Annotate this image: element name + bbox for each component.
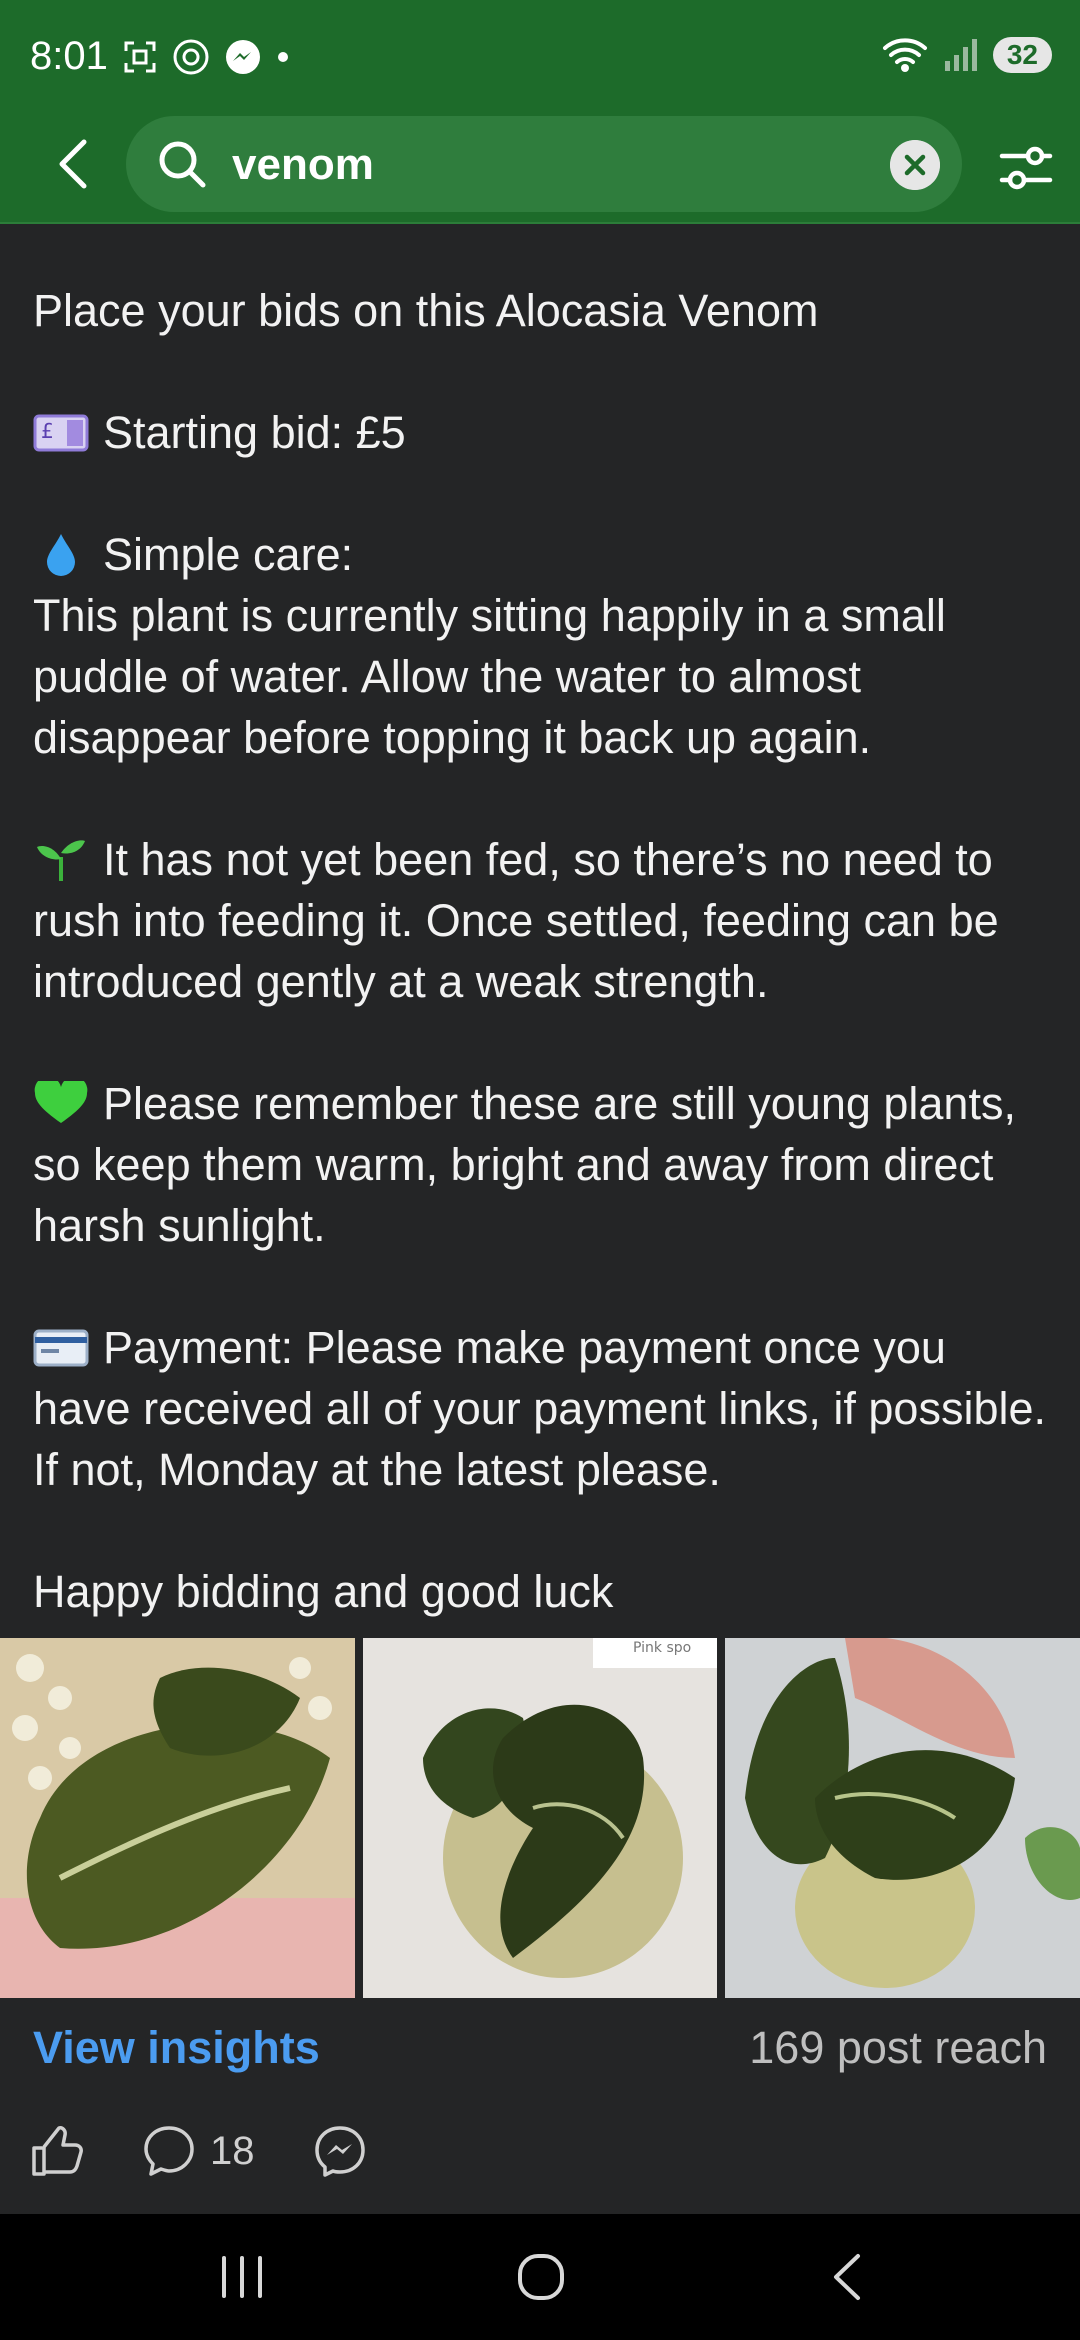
feeding-line: It has not yet been fed, so there’s no n… [33, 829, 1053, 1012]
wifi-icon [882, 38, 927, 72]
clear-search-icon[interactable] [890, 140, 940, 190]
post-actions: 18 [30, 2124, 425, 2178]
green-heart-icon [34, 1081, 88, 1123]
battery-indicator: 32 [992, 37, 1052, 73]
payment-text: Payment: Please make payment once you ha… [33, 1322, 1047, 1495]
payment-line: Payment: Please make payment once you ha… [33, 1317, 1053, 1500]
status-time: 8:01 [30, 34, 108, 78]
photo-gallery: Pink spo [0, 1638, 1080, 1998]
search-icon [159, 141, 206, 188]
credit-card-icon [33, 1329, 89, 1367]
closing-text: Happy bidding and good luck [33, 1566, 614, 1617]
notification-icons [122, 38, 290, 76]
seedling-icon [37, 840, 85, 881]
plant-photo-2[interactable]: Pink spo [362, 1638, 718, 1998]
post-reach-count: 169 post reach [749, 2022, 1047, 2073]
young-plants-text: Please remember these are still young pl… [33, 1078, 1016, 1251]
starting-bid-text: Starting bid: £5 [103, 407, 406, 458]
view-insights-link[interactable]: View insights [33, 2022, 320, 2074]
post-intro: Place your bids on this Alocasia Venom [33, 285, 819, 336]
messenger-share-icon [314, 2126, 365, 2177]
messenger-icon [226, 40, 260, 74]
water-drop-icon [47, 534, 75, 576]
comment-icon [144, 2126, 194, 2176]
svg-text:£: £ [41, 419, 54, 443]
status-bar: 8:01 32 [0, 0, 1080, 110]
care-heading: Simple care: [103, 529, 354, 580]
care-text: This plant is currently sitting happily … [33, 590, 946, 763]
system-icons: 32 [881, 36, 1052, 74]
back-nav-icon[interactable] [818, 2252, 878, 2302]
search-header: venom [0, 110, 1080, 224]
feeding-text: It has not yet been fed, so there’s no n… [33, 834, 999, 1007]
care-heading-line: Simple care: [33, 524, 1053, 585]
system-nav-bar [0, 2214, 1080, 2340]
search-query: venom [232, 140, 374, 189]
filter-icon[interactable] [998, 140, 1054, 196]
plant-photo-1[interactable] [0, 1638, 355, 1998]
recent-apps-icon[interactable] [212, 2252, 272, 2302]
post-body: Place your bids on this Alocasia Venom £… [33, 280, 1053, 1622]
plant-photo-3[interactable] [725, 1638, 1080, 1998]
comment-button[interactable]: 18 [142, 2124, 255, 2178]
starting-bid-line: £ Starting bid: £5 [33, 402, 1053, 463]
screenshot-icon [124, 41, 156, 73]
search-input[interactable]: venom [126, 116, 962, 212]
photo-caption-partial: Pink spo [633, 1640, 691, 1656]
home-icon[interactable] [512, 2252, 572, 2302]
thumbs-up-icon [32, 2126, 83, 2176]
back-arrow-icon[interactable] [46, 134, 106, 194]
young-plants-line: Please remember these are still young pl… [33, 1073, 1053, 1256]
signal-icon [944, 39, 977, 71]
like-button[interactable] [30, 2124, 84, 2178]
money-icon: £ [33, 414, 89, 452]
comment-count: 18 [210, 2128, 255, 2173]
dot-icon [278, 52, 288, 62]
share-button[interactable] [313, 2124, 367, 2178]
threads-icon [173, 39, 209, 75]
